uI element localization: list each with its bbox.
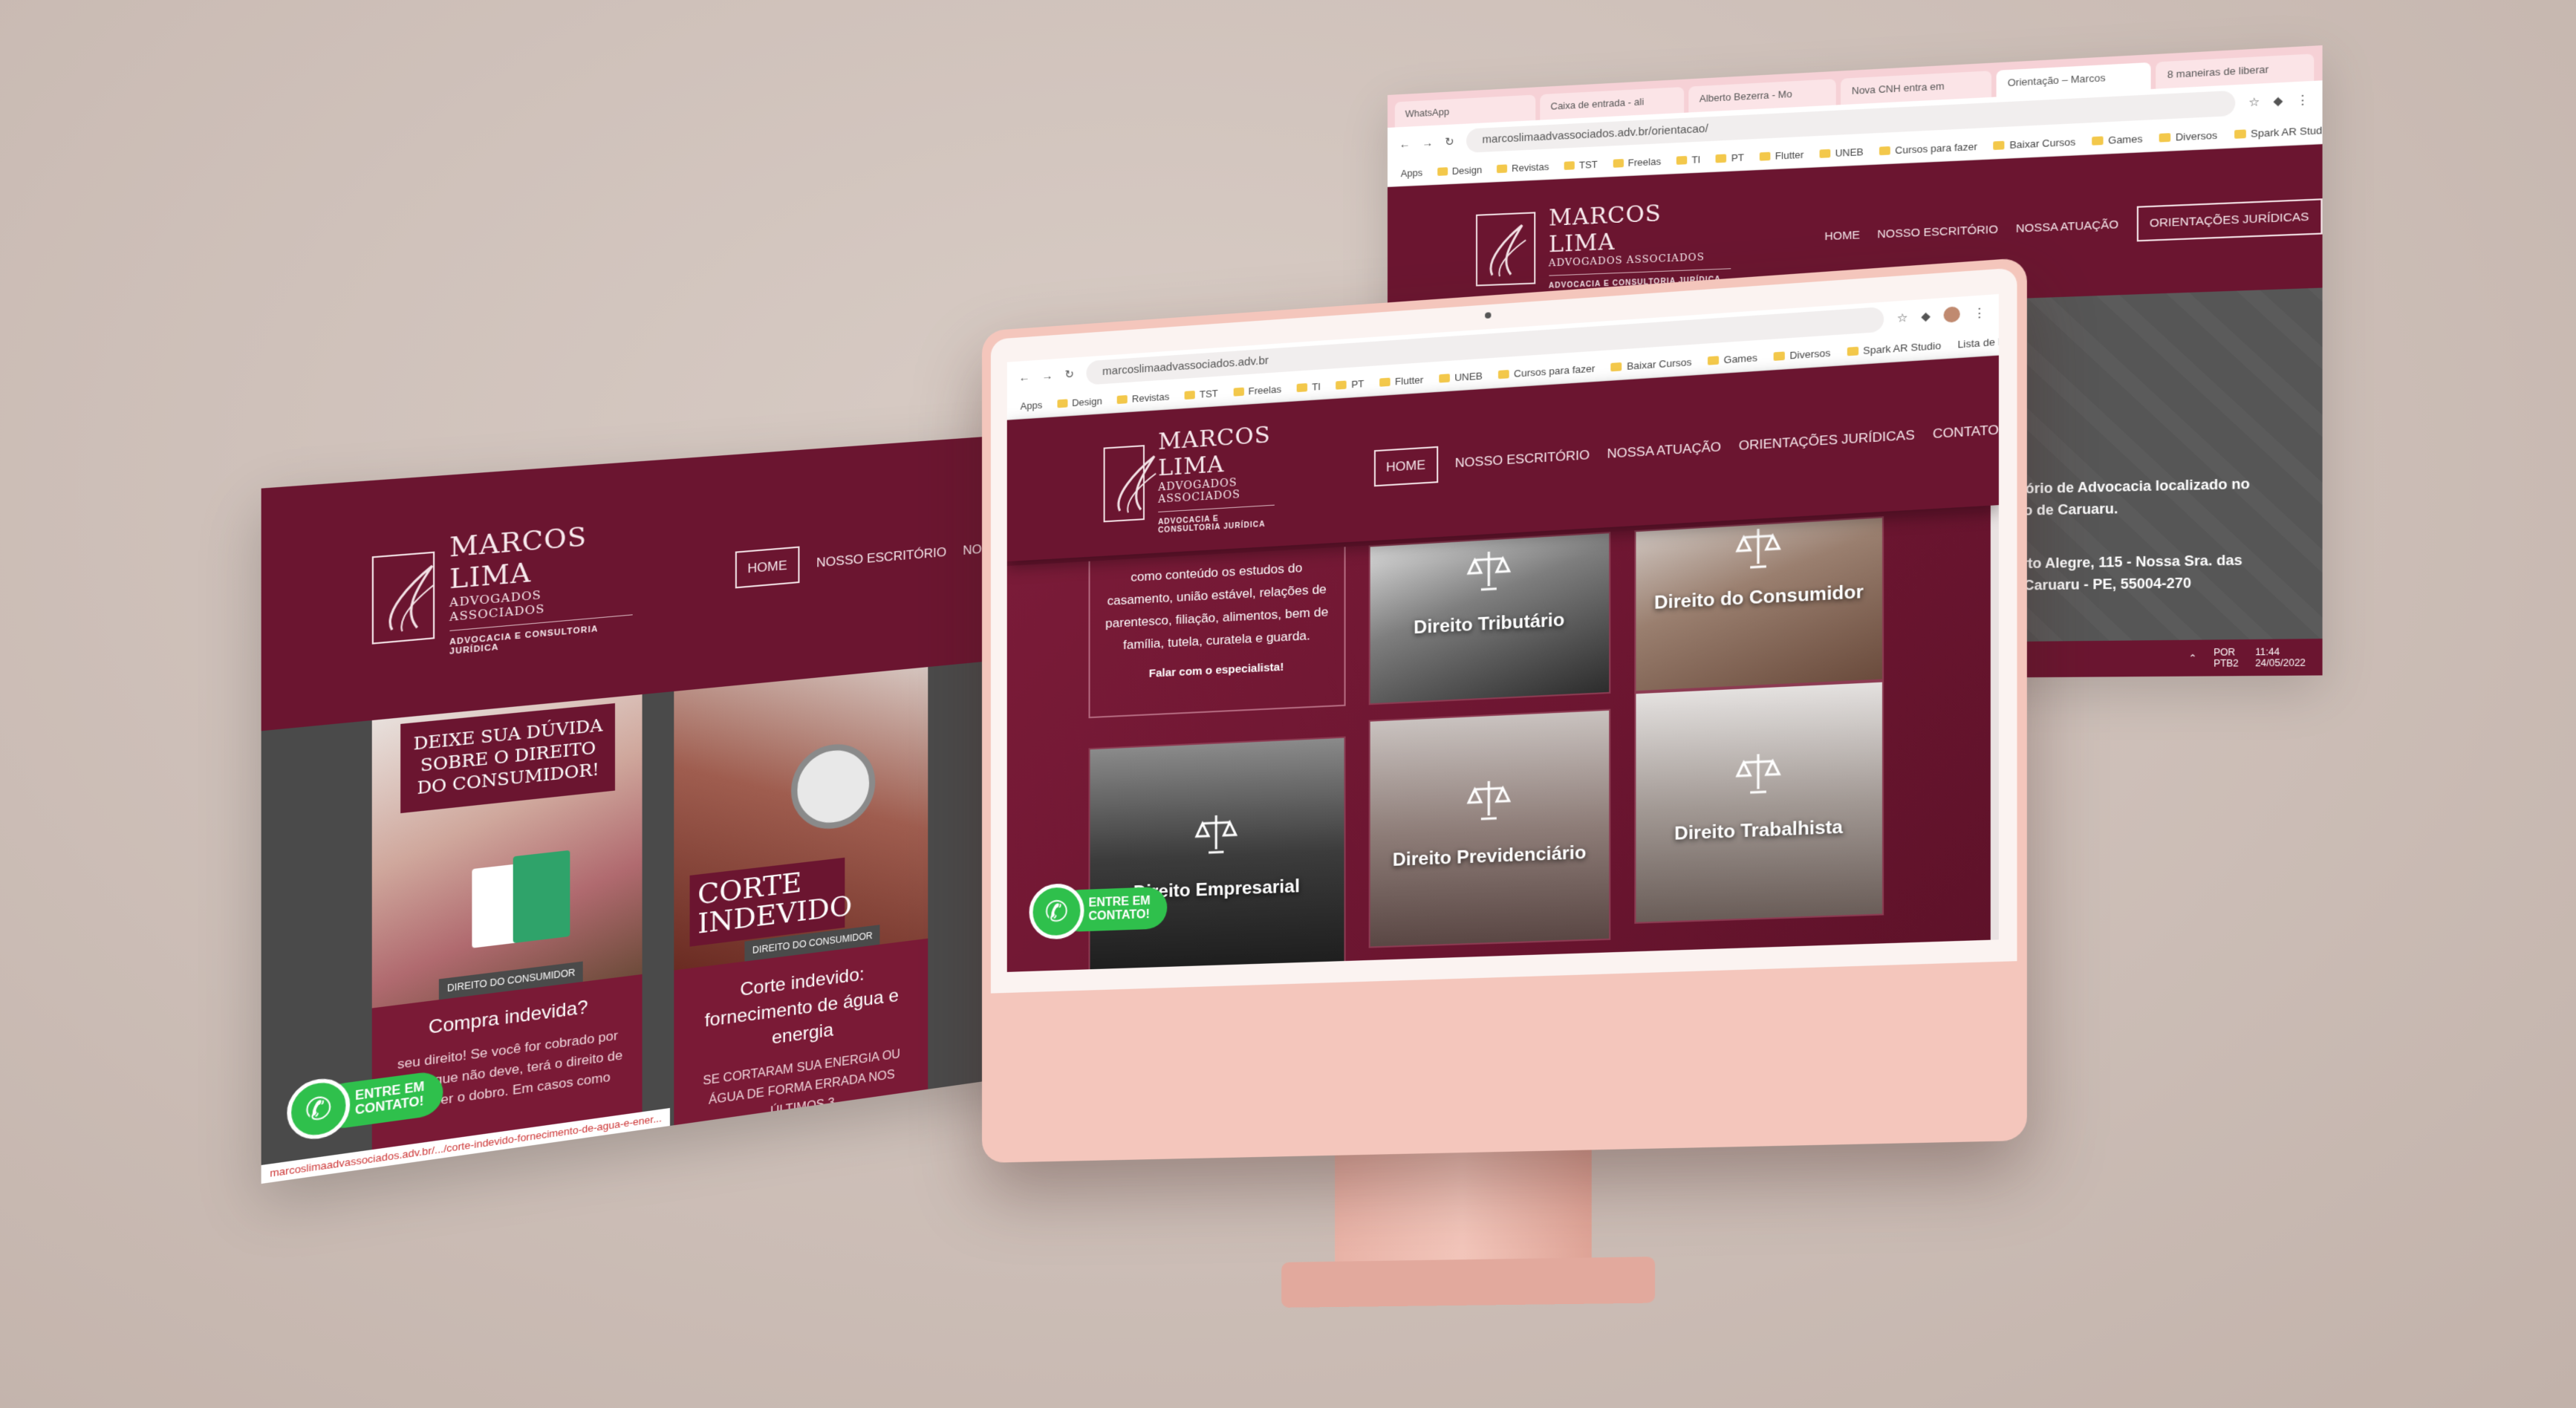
bookmark-ti[interactable]: TI <box>1297 381 1321 394</box>
logo-text: MARCOS LIMA ADVOGADOS ASSOCIADOS ADVOCAC… <box>1158 421 1274 535</box>
bookmark-flutter[interactable]: Flutter <box>1379 374 1423 388</box>
service-card-trabalhista[interactable]: Direito Trabalhista <box>1634 680 1884 923</box>
scales-icon <box>1194 811 1239 858</box>
bookmark-ti[interactable]: TI <box>1676 154 1701 166</box>
nav-home[interactable]: HOME <box>735 547 800 589</box>
electric-meter-icon <box>791 740 875 833</box>
logo-icon <box>1104 445 1145 522</box>
imac-foot <box>1281 1257 1655 1308</box>
forward-arrow-icon[interactable]: → <box>1041 369 1053 382</box>
reading-list[interactable]: Lista de leitura <box>1957 334 1999 351</box>
profile-avatar[interactable] <box>1944 306 1960 323</box>
tray-chevron-icon[interactable]: ⌃ <box>2189 653 2197 664</box>
nav-home[interactable]: HOME <box>1824 228 1860 243</box>
back-arrow-icon[interactable]: ← <box>1399 137 1411 151</box>
whatsapp-contact-button[interactable]: ✆ ENTRE EM CONTATO! <box>1030 880 1167 940</box>
bookmark-tst[interactable]: TST <box>1564 159 1598 172</box>
bookmark-tst[interactable]: TST <box>1185 388 1218 401</box>
bookmark-design[interactable]: Design <box>1057 395 1102 409</box>
service-card-tributario[interactable]: Direito Tributário <box>1369 532 1611 705</box>
bookmark-flutter[interactable]: Flutter <box>1760 149 1804 162</box>
front-browser-window: ← → ↻ marcoslimaadvassociados.adv.br ☆ ◆… <box>1007 294 1999 972</box>
service-card-previdenciario[interactable]: Direito Previdenciário <box>1369 709 1611 948</box>
main-nav: HOME NOSSO ESCRITÓRIO NOSSA ATUAÇÃO ORIE… <box>1373 411 1998 486</box>
nav-home[interactable]: HOME <box>1373 446 1437 486</box>
services-section: como conteúdo os estudos do casamento, u… <box>1007 509 1999 971</box>
family-law-text: como conteúdo os estudos do casamento, u… <box>1105 555 1329 658</box>
card-image: CORTE INDEVIDO DIREITO DO CONSUMIDOR <box>674 667 928 970</box>
imac-monitor: ← → ↻ marcoslimaadvassociados.adv.br ☆ ◆… <box>982 258 2027 1163</box>
bookmark-apps[interactable]: Apps <box>1021 400 1043 412</box>
reload-icon[interactable]: ↻ <box>1064 368 1074 382</box>
site-header: MARCOS LIMA ADVOGADOS ASSOCIADOS ADVOCAC… <box>261 431 1068 731</box>
blog-card[interactable]: CORTE INDEVIDO DIREITO DO CONSUMIDOR Cor… <box>674 667 928 1125</box>
tray-clock[interactable]: 11:44 24/05/2022 <box>2255 646 2306 669</box>
extensions-icon[interactable]: ◆ <box>2273 94 2283 108</box>
menu-icon[interactable]: ⋮ <box>2296 92 2309 107</box>
bookmark-games[interactable]: Games <box>2092 133 2142 147</box>
bookmark-uneb[interactable]: UNEB <box>1439 370 1483 384</box>
footer-address-2: ores, Caruaru - PE, 55004-270 <box>1985 570 2297 596</box>
bookmark-diversos[interactable]: Diversos <box>2159 129 2218 144</box>
bookmark-apps[interactable]: Apps <box>1401 167 1422 179</box>
left-browser-window: MARCOS LIMA ADVOGADOS ASSOCIADOS ADVOCAC… <box>261 431 1068 1184</box>
forward-arrow-icon[interactable]: → <box>1422 136 1433 149</box>
nav-office[interactable]: NOSSO ESCRITÓRIO <box>816 545 946 571</box>
nav-practice[interactable]: NOSSA ATUAÇÃO <box>2016 218 2118 235</box>
bookmark-baixar[interactable]: Baixar Cursos <box>1994 136 2076 151</box>
bookmark-pt[interactable]: PT <box>1716 151 1744 164</box>
nav-practice[interactable]: NOSSA ATUAÇÃO <box>1607 440 1722 462</box>
star-icon[interactable]: ☆ <box>1897 310 1908 325</box>
tray-language[interactable]: POR PTB2 <box>2214 647 2239 669</box>
scales-icon <box>1466 776 1512 824</box>
main-nav: HOME NOSSO ESCRITÓRIO NOSSA ATUAÇÃO ORIE… <box>1824 198 2322 254</box>
bookmark-pt[interactable]: PT <box>1336 378 1365 391</box>
reload-icon[interactable]: ↻ <box>1445 135 1454 149</box>
bookmark-baixar[interactable]: Baixar Cursos <box>1611 356 1692 374</box>
nav-office[interactable]: NOSSO ESCRITÓRIO <box>1877 223 1998 241</box>
logo-icon <box>372 552 435 645</box>
star-icon[interactable]: ☆ <box>2248 95 2260 110</box>
bookmark-design[interactable]: Design <box>1437 164 1482 177</box>
logo-icon <box>1476 212 1535 286</box>
menu-icon[interactable]: ⋮ <box>1973 305 1985 320</box>
logo-text: MARCOS LIMA ADVOGADOS ASSOCIADOS ADVOCAC… <box>1549 197 1731 290</box>
bookmark-spark[interactable]: Spark AR Studio <box>1847 339 1941 357</box>
logo-text: MARCOS LIMA ADVOGADOS ASSOCIADOS ADVOCAC… <box>449 518 632 656</box>
extensions-icon[interactable]: ◆ <box>1921 309 1931 324</box>
card-image: DEIXE SUA DÚVIDA SOBRE O DIREITO DO CONS… <box>372 694 643 1008</box>
service-card-consumidor[interactable]: Direito do Consumidor <box>1634 516 1884 692</box>
nav-contact[interactable]: CONTATO <box>1933 423 1999 443</box>
bookmark-freelas[interactable]: Freelas <box>1233 383 1281 398</box>
scales-icon <box>1466 547 1512 595</box>
nav-guidance[interactable]: ORIENTAÇÕES JURÍDICAS <box>1739 428 1915 454</box>
nav-guidance[interactable]: ORIENTAÇÕES JURÍDICAS <box>2136 198 2322 241</box>
scales-icon <box>1734 524 1783 573</box>
bookmark-cursos[interactable]: Cursos para fazer <box>1879 140 1977 157</box>
whatsapp-icon: ✆ <box>287 1075 350 1144</box>
card-banner: DEIXE SUA DÚVIDA SOBRE O DIREITO DO CONS… <box>400 703 615 813</box>
bookmark-revistas[interactable]: Revistas <box>1117 391 1170 405</box>
bookmark-spark[interactable]: Spark AR Studio <box>2234 124 2323 140</box>
bookmark-freelas[interactable]: Freelas <box>1613 156 1661 169</box>
service-card-empresarial[interactable]: Direito Empresarial <box>1088 737 1345 972</box>
bookmark-games[interactable]: Games <box>1708 352 1757 367</box>
bookmark-uneb[interactable]: UNEB <box>1819 146 1863 160</box>
specialist-link[interactable]: Falar com o especialista! <box>1105 659 1329 682</box>
back-arrow-icon[interactable]: ← <box>1019 371 1030 384</box>
bookmark-diversos[interactable]: Diversos <box>1774 347 1831 362</box>
bookmark-revistas[interactable]: Revistas <box>1497 161 1549 175</box>
nav-office[interactable]: NOSSO ESCRITÓRIO <box>1455 448 1590 472</box>
bookmark-cursos[interactable]: Cursos para fazer <box>1498 362 1595 380</box>
scales-icon <box>1734 749 1783 798</box>
shopping-bags-icon <box>472 835 570 956</box>
taskbar: ⌃ POR PTB2 11:44 24/05/2022 <box>1985 639 2322 677</box>
family-law-card[interactable]: como conteúdo os estudos do casamento, u… <box>1088 547 1345 718</box>
